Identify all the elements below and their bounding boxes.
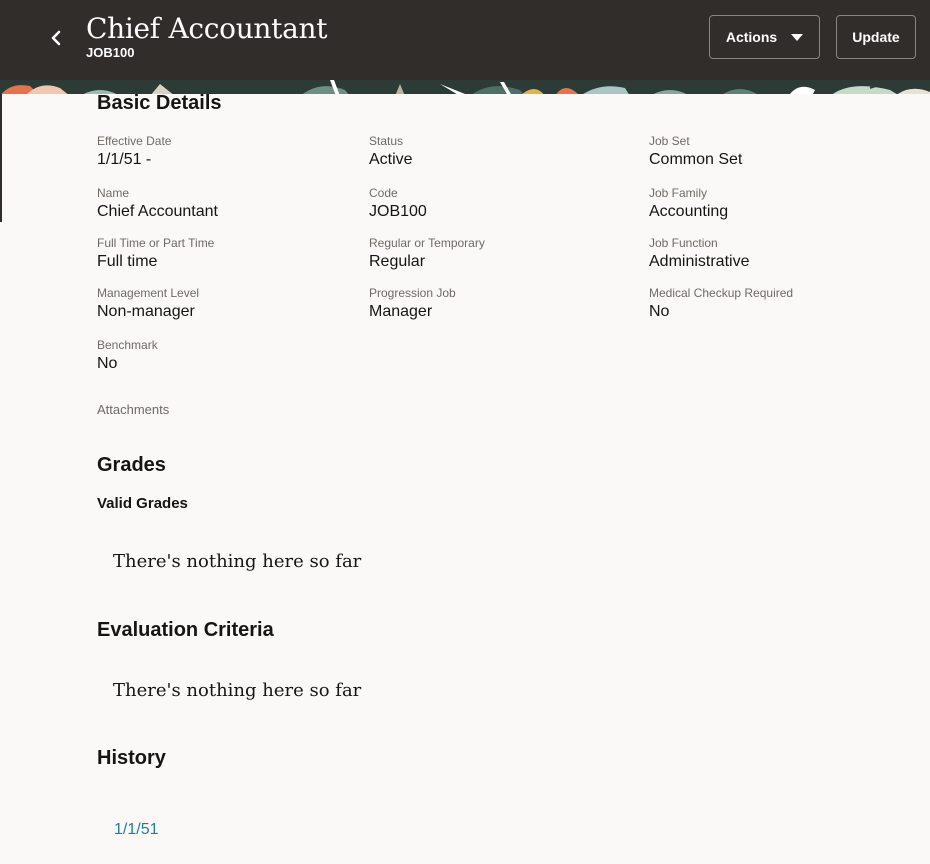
field-label: Full Time or Part Time (97, 236, 215, 250)
basic-details-heading: Basic Details (97, 92, 222, 114)
field-label: Status (369, 134, 404, 148)
grades-heading: Grades (97, 454, 166, 476)
caret-down-icon (791, 33, 804, 41)
field-label: Progression Job (369, 286, 456, 300)
field-value: Manager (369, 303, 433, 320)
field-value: Chief Accountant (97, 203, 218, 220)
field-label: Effective Date (97, 134, 172, 148)
field-management-level: Management Level Non-manager (97, 286, 199, 322)
field-value: Accounting (649, 203, 729, 220)
field-code: Code JOB100 (369, 186, 427, 222)
history-heading: History (97, 747, 166, 769)
field-label: Name (97, 186, 130, 200)
field-effective-date: Effective Date 1/1/51 - (97, 134, 171, 170)
field-value: No (649, 303, 670, 320)
field-label: Medical Checkup Required (649, 286, 794, 300)
field-value: Active (369, 151, 413, 168)
history-entry-link[interactable]: 1/1/51 (114, 821, 158, 839)
page-subtitle: JOB100 (86, 45, 135, 60)
field-label: Management Level (97, 286, 200, 300)
chevron-left-icon (51, 30, 61, 46)
field-value: Non-manager (97, 303, 195, 320)
field-label: Regular or Temporary (369, 236, 485, 250)
field-benchmark: Benchmark No (97, 338, 158, 374)
field-label: Job Family (649, 186, 708, 200)
field-value: Regular (369, 253, 426, 270)
evaluation-criteria-empty-message: There's nothing here so far (113, 680, 362, 701)
field-job-function: Job Function Administrative (649, 236, 749, 272)
field-regular-temporary: Regular or Temporary Regular (369, 236, 485, 272)
field-value: Full time (97, 253, 158, 270)
field-status: Status Active (369, 134, 413, 170)
page-header: Chief Accountant JOB100 Actions Update (0, 0, 930, 94)
field-label: Code (369, 186, 398, 200)
field-label: Job Set (649, 134, 690, 148)
field-value: Common Set (649, 151, 743, 168)
actions-button-label: Actions (725, 29, 778, 45)
field-value: JOB100 (369, 203, 427, 220)
update-button-label: Update (852, 29, 900, 45)
page-title: Chief Accountant (86, 12, 328, 45)
field-progression-job: Progression Job Manager (369, 286, 456, 322)
actions-menu-button[interactable]: Actions (709, 15, 820, 59)
attachments-label: Attachments (97, 402, 170, 417)
field-job-family: Job Family Accounting (649, 186, 728, 222)
field-value: No (97, 355, 118, 372)
left-edge-decoration (0, 94, 2, 222)
field-label: Job Function (649, 236, 718, 250)
field-full-time-part-time: Full Time or Part Time Full time (97, 236, 214, 272)
evaluation-criteria-heading: Evaluation Criteria (97, 619, 274, 641)
back-button[interactable] (40, 22, 72, 54)
grades-empty-message: There's nothing here so far (113, 551, 362, 572)
field-value: Administrative (649, 253, 750, 270)
update-button[interactable]: Update (836, 15, 916, 59)
valid-grades-heading: Valid Grades (97, 495, 188, 512)
field-label: Benchmark (97, 338, 158, 352)
field-value: 1/1/51 - (97, 151, 152, 168)
field-medical-checkup-required: Medical Checkup Required No (649, 286, 793, 322)
field-name: Name Chief Accountant (97, 186, 218, 222)
field-job-set: Job Set Common Set (649, 134, 742, 170)
